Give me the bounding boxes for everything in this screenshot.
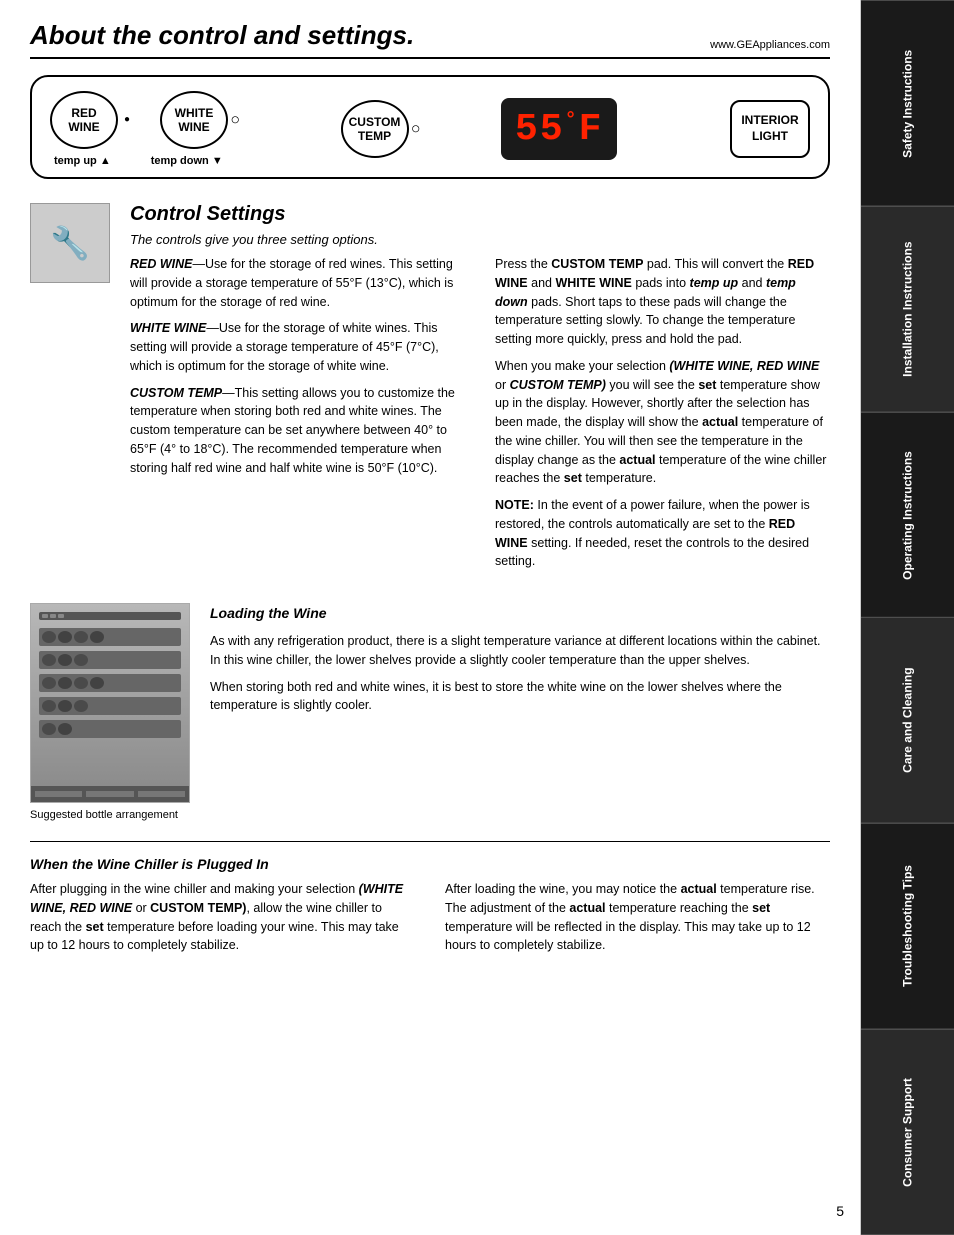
col2-note: NOTE: In the event of a power failure, w…: [495, 496, 830, 571]
white-wine-button[interactable]: WHITEWINE ○: [160, 91, 228, 149]
sidebar-tab-installation[interactable]: Installation Instructions: [861, 206, 954, 412]
image-caption: Suggested bottle arrangement: [30, 809, 178, 821]
control-settings-content: Control Settings The controls give you t…: [130, 203, 830, 579]
white-wine-heading: WHITE WINE: [130, 321, 206, 335]
red-wine-heading: RED WINE: [130, 257, 193, 271]
plugged-section: When the Wine Chiller is Plugged In Afte…: [30, 841, 830, 955]
red-wine-button[interactable]: REDWINE ●: [50, 91, 118, 149]
loading-text-content: Loading the Wine As with any refrigerati…: [210, 603, 830, 821]
page-header: About the control and settings. www.GEAp…: [30, 20, 830, 59]
control-settings-title: Control Settings: [130, 203, 830, 226]
loading-para2: When storing both red and white wines, i…: [210, 678, 830, 716]
right-sidebar: Safety Instructions Installation Instruc…: [860, 0, 954, 1235]
plugged-col1: After plugging in the wine chiller and m…: [30, 880, 415, 955]
plugged-col2: After loading the wine, you may notice t…: [445, 880, 830, 955]
sidebar-tab-care[interactable]: Care and Cleaning: [861, 617, 954, 823]
control-settings-section: 🔧 Control Settings The controls give you…: [30, 203, 830, 579]
page-number: 5: [836, 1203, 844, 1219]
sidebar-tab-consumer[interactable]: Consumer Support: [861, 1029, 954, 1235]
temp-down-label: temp down ▼: [151, 155, 223, 167]
sidebar-tab-operating[interactable]: Operating Instructions: [861, 412, 954, 618]
control-settings-col1: RED WINE—Use for the storage of red wine…: [130, 255, 465, 579]
plugged-title: When the Wine Chiller is Plugged In: [30, 856, 830, 872]
loading-title: Loading the Wine: [210, 603, 830, 624]
loading-section: Suggested bottle arrangement Loading the…: [30, 603, 830, 821]
display-value: 55°F: [515, 108, 603, 151]
col2-para2: When you make your selection (WHITE WINE…: [495, 357, 830, 488]
custom-temp-button[interactable]: CUSTOMTEMP ○: [341, 100, 409, 158]
sidebar-tab-safety[interactable]: Safety Instructions: [861, 0, 954, 206]
temperature-display: 55°F: [501, 98, 617, 160]
sidebar-tab-troubleshooting[interactable]: Troubleshooting Tips: [861, 823, 954, 1029]
settings-icon: 🔧: [30, 203, 110, 283]
control-panel-diagram: REDWINE ● WHITEWINE ○ temp up ▲ temp dow…: [30, 75, 830, 179]
website-url: www.GEAppliances.com: [710, 39, 830, 51]
interior-light-button[interactable]: INTERIORLIGHT: [730, 100, 810, 158]
control-settings-subtitle: The controls give you three setting opti…: [130, 232, 830, 247]
wine-chiller-image: [30, 603, 190, 803]
loading-para1: As with any refrigeration product, there…: [210, 632, 830, 670]
col2-para1: Press the CUSTOM TEMP pad. This will con…: [495, 255, 830, 349]
plugged-col1-text: After plugging in the wine chiller and m…: [30, 880, 415, 955]
control-settings-col2: Press the CUSTOM TEMP pad. This will con…: [495, 255, 830, 579]
page-title: About the control and settings.: [30, 20, 414, 51]
plugged-col2-text: After loading the wine, you may notice t…: [445, 880, 830, 955]
custom-temp-heading: CUSTOM TEMP: [130, 386, 222, 400]
temp-up-label: temp up ▲: [54, 155, 111, 167]
